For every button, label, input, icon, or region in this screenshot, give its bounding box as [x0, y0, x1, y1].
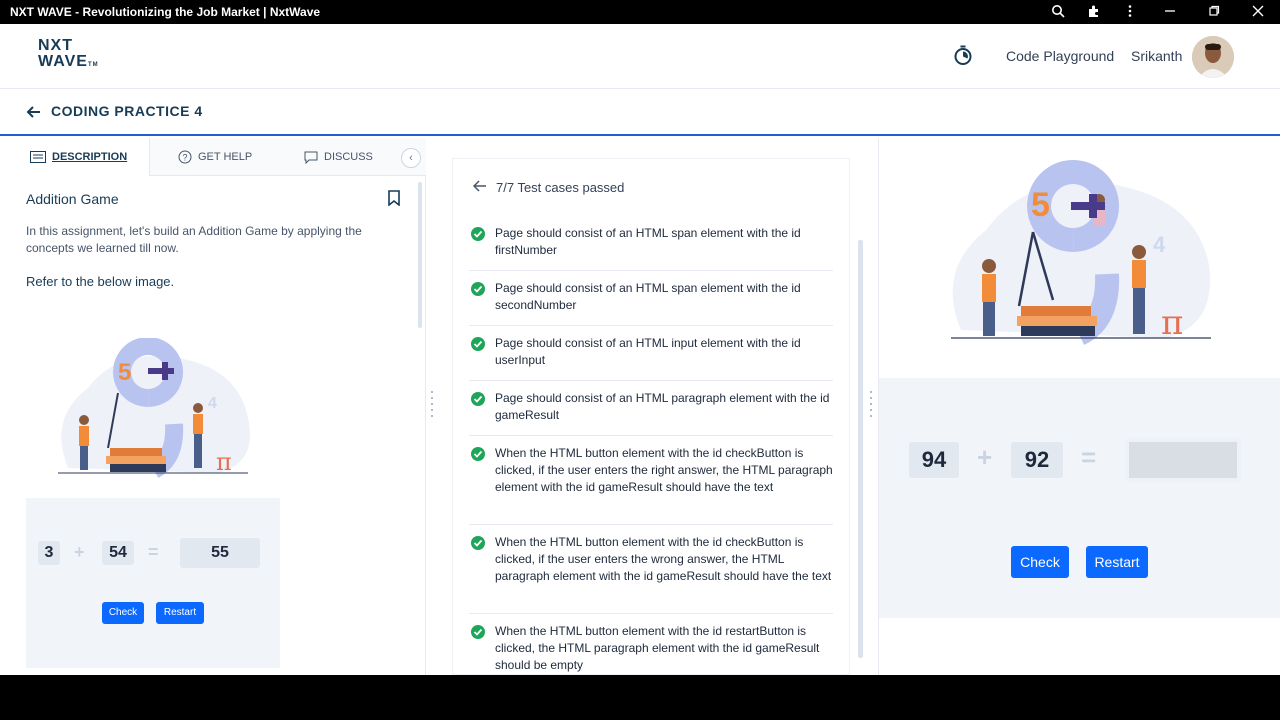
more-icon[interactable]	[1112, 4, 1148, 21]
preview-check-button: Check	[102, 602, 144, 624]
preview-plus: +	[74, 542, 85, 562]
discuss-icon	[304, 151, 318, 164]
test-case-text: When the HTML button element with the id…	[495, 624, 820, 672]
page-title: CODING PRACTICE 4	[51, 103, 203, 119]
logo-tm: TM	[87, 62, 99, 68]
first-number: 94	[909, 442, 959, 478]
test-case-item: Page should consist of an HTML span elem…	[469, 280, 833, 326]
tests-scrollbar[interactable]	[858, 240, 863, 658]
minimize-icon[interactable]	[1148, 4, 1192, 20]
test-case-item: Page should consist of an HTML paragraph…	[469, 390, 833, 436]
preview-equals: =	[148, 542, 159, 562]
bookmark-icon[interactable]	[387, 190, 401, 206]
tab-description[interactable]: DESCRIPTION	[0, 138, 150, 176]
output-panel: 5 4 π 94 + 92 = Check Restart	[878, 138, 1280, 675]
svg-text:5: 5	[118, 359, 131, 386]
left-splitter-handle[interactable]	[430, 388, 434, 418]
check-circle-icon	[471, 447, 485, 461]
svg-text:4: 4	[1153, 232, 1166, 257]
refer-text: Refer to the below image.	[26, 274, 175, 289]
bottom-strip	[0, 675, 1280, 720]
restart-button[interactable]: Restart	[1086, 546, 1148, 578]
code-playground-link[interactable]: Code Playground	[1006, 48, 1114, 64]
test-case-text: Page should consist of an HTML span elem…	[495, 226, 801, 257]
addition-game-illustration: 5 4 π	[58, 338, 251, 478]
back-arrow-icon[interactable]	[473, 180, 487, 192]
user-input[interactable]	[1125, 438, 1241, 482]
tab-description-label: DESCRIPTION	[52, 151, 128, 163]
preview-second-number: 54	[102, 541, 134, 565]
check-circle-icon	[471, 282, 485, 296]
check-circle-icon	[471, 392, 485, 406]
maximize-icon[interactable]	[1192, 4, 1236, 20]
help-icon: ?	[178, 150, 192, 164]
check-circle-icon	[471, 625, 485, 639]
svg-text:?: ?	[182, 153, 187, 163]
test-results-panel: 7/7 Test cases passed Page should consis…	[452, 158, 850, 675]
test-case-item: When the HTML button element with the id…	[469, 534, 833, 614]
equals-sign: =	[1081, 442, 1097, 472]
tab-get-help[interactable]: ? GET HELP	[178, 138, 288, 176]
check-circle-icon	[471, 227, 485, 241]
extension-icon[interactable]	[1076, 4, 1112, 21]
problem-title: Addition Game	[26, 191, 119, 207]
test-case-item: Page should consist of an HTML input ele…	[469, 335, 833, 381]
logo-line-1: NXT	[38, 37, 73, 54]
nxtwave-logo[interactable]: NXT WAVETM	[38, 38, 108, 74]
timer-icon[interactable]	[952, 44, 974, 66]
test-case-item: Page should consist of an HTML span elem…	[469, 225, 833, 271]
test-case-item: When the HTML button element with the id…	[469, 623, 833, 675]
preview-restart-button: Restart	[156, 602, 204, 624]
test-case-item: When the HTML button element with the id…	[469, 445, 833, 525]
window-controls	[1040, 0, 1280, 24]
test-case-text: Page should consist of an HTML input ele…	[495, 336, 801, 367]
app-window: NXT WAVETM Code Playground Srikanth CODI…	[0, 24, 1280, 675]
preview-first-number: 3	[38, 541, 60, 565]
window-titlebar: NXT WAVE - Revolutionizing the Job Marke…	[0, 0, 1280, 24]
test-case-text: Page should consist of an HTML span elem…	[495, 281, 801, 312]
top-header: NXT WAVETM Code Playground Srikanth	[0, 24, 1280, 89]
description-scrollbar[interactable]	[418, 182, 422, 328]
breadcrumb: CODING PRACTICE 4	[0, 90, 1280, 136]
svg-text:5: 5	[1031, 186, 1050, 224]
addition-game-illustration: 5 4 π	[951, 160, 1211, 345]
avatar[interactable]	[1192, 36, 1234, 78]
test-case-text: Page should consist of an HTML paragraph…	[495, 391, 830, 422]
back-arrow-icon[interactable]	[26, 104, 42, 120]
check-circle-icon	[471, 337, 485, 351]
logo-line-2: WAVE	[38, 53, 88, 70]
chevron-left-icon[interactable]: ‹	[401, 148, 421, 168]
tab-discuss-label: DISCUSS	[324, 151, 373, 163]
svg-text:4: 4	[208, 395, 217, 412]
check-button[interactable]: Check	[1011, 546, 1069, 578]
search-icon[interactable]	[1040, 4, 1076, 21]
live-output-game: 94 + 92 = Check Restart	[879, 378, 1280, 618]
tab-discuss[interactable]: DISCUSS	[304, 138, 394, 176]
tab-get-help-label: GET HELP	[198, 151, 253, 163]
expected-output-preview: 3 + 54 = 55 Check Restart	[26, 498, 280, 668]
preview-answer-input: 55	[180, 538, 260, 568]
tests-summary: 7/7 Test cases passed	[496, 180, 625, 195]
problem-intro: In this assignment, let's build an Addit…	[26, 224, 362, 255]
test-case-text: When the HTML button element with the id…	[495, 446, 833, 494]
user-name[interactable]: Srikanth	[1131, 48, 1182, 64]
plus-sign: +	[977, 442, 993, 472]
svg-text:π: π	[1161, 303, 1183, 343]
svg-text:π: π	[216, 448, 232, 476]
right-splitter-handle[interactable]	[869, 388, 873, 418]
panel-tabs: DESCRIPTION ? GET HELP DISCUSS ‹	[0, 138, 426, 176]
description-icon	[30, 151, 46, 163]
description-panel: DESCRIPTION ? GET HELP DISCUSS ‹ Additio…	[0, 138, 426, 675]
window-title: NXT WAVE - Revolutionizing the Job Marke…	[10, 5, 321, 19]
test-case-text: When the HTML button element with the id…	[495, 535, 832, 583]
check-circle-icon	[471, 536, 485, 550]
close-icon[interactable]	[1236, 4, 1280, 20]
second-number: 92	[1011, 442, 1063, 478]
